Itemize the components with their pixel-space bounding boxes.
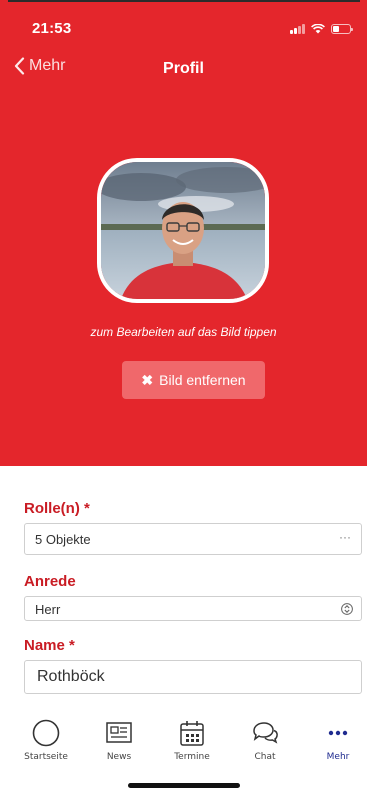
status-icons xyxy=(290,24,353,34)
tab-termine[interactable]: Termine xyxy=(162,718,222,762)
tab-label-mehr: Mehr xyxy=(326,752,350,762)
tab-label-news: News xyxy=(106,752,132,762)
status-time: 21:53 xyxy=(32,20,72,37)
close-icon: ✖ xyxy=(141,371,154,388)
remove-photo-button[interactable]: ✖ Bild entfernen xyxy=(122,361,265,399)
name-label: Name * xyxy=(24,637,75,654)
more-dots-icon xyxy=(328,730,348,736)
home-circle-icon xyxy=(32,719,60,747)
tab-label-startseite: Startseite xyxy=(24,752,68,762)
photo-edit-hint: zum Bearbeiten auf das Bild tippen xyxy=(90,325,277,339)
tab-startseite[interactable]: Startseite xyxy=(16,718,76,762)
roles-label: Rolle(n) * xyxy=(24,500,90,517)
page-title: Profil xyxy=(163,60,204,77)
roles-value: 5 Objekte xyxy=(35,532,91,547)
newspaper-icon xyxy=(106,722,132,743)
tab-news[interactable]: News xyxy=(89,718,149,762)
profile-form: Rolle(n) * 5 Objekte ··· Anrede Herr Nam… xyxy=(24,500,362,694)
top-edge-line xyxy=(8,0,360,2)
salutation-select[interactable]: Herr xyxy=(24,596,362,621)
battery-icon xyxy=(331,24,353,34)
tab-bar: Startseite News Termine Chat Mehr xyxy=(0,710,367,794)
navigation-bar: Mehr Profil xyxy=(0,55,367,89)
tab-label-chat: Chat xyxy=(254,752,276,762)
remove-photo-label: Bild entfernen xyxy=(159,372,246,388)
chat-bubbles-icon xyxy=(253,722,278,744)
name-value: Rothböck xyxy=(37,668,105,685)
tab-mehr[interactable]: Mehr xyxy=(308,718,367,762)
salutation-value: Herr xyxy=(35,602,61,617)
cellular-signal-icon xyxy=(290,24,305,34)
tab-chat[interactable]: Chat xyxy=(235,718,295,762)
status-bar: 21:53 xyxy=(0,10,367,40)
battery-level xyxy=(333,26,339,32)
calendar-icon xyxy=(180,721,204,746)
select-arrows-icon xyxy=(341,601,353,617)
name-input[interactable]: Rothböck xyxy=(24,660,362,694)
more-icon: ··· xyxy=(339,530,351,544)
home-indicator xyxy=(128,783,240,788)
roles-field[interactable]: 5 Objekte ··· xyxy=(24,523,362,555)
wifi-icon xyxy=(311,24,325,34)
tab-label-termine: Termine xyxy=(174,752,210,762)
profile-photo[interactable] xyxy=(97,158,269,303)
profile-photo-image xyxy=(101,162,265,299)
salutation-label: Anrede xyxy=(24,573,76,590)
